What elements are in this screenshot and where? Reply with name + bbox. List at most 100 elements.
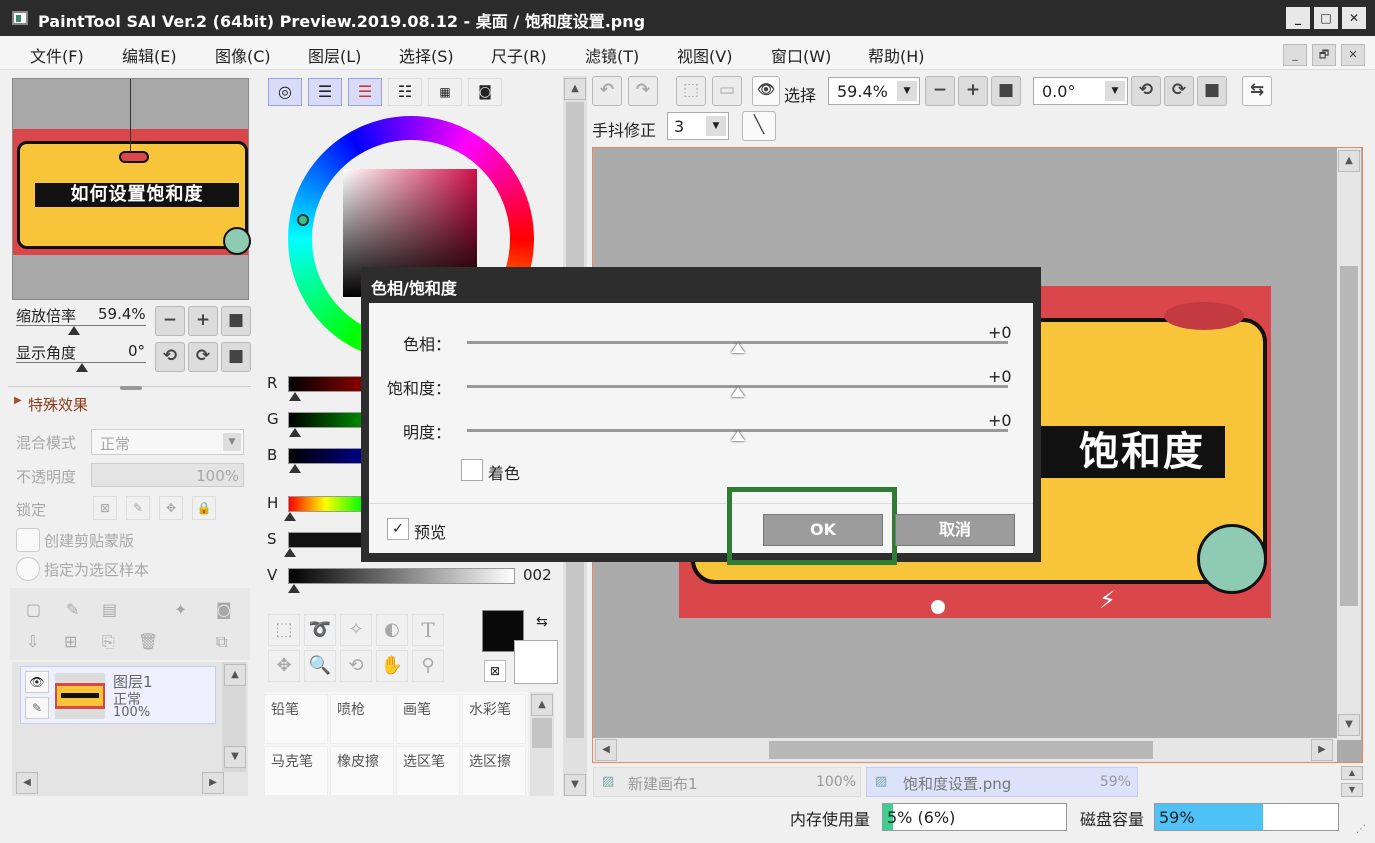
new-folder-icon[interactable]: ▤: [102, 600, 117, 619]
scroll-left-icon[interactable]: ◀: [16, 772, 38, 794]
rotate-right-button[interactable]: ⟳: [188, 342, 218, 372]
tab-new-canvas[interactable]: ▨ 新建画布1 100%: [593, 767, 861, 797]
angle-slider-thumb[interactable]: [76, 363, 88, 372]
lasso-icon[interactable]: ➰: [304, 614, 336, 646]
canvas-rotate-right-button[interactable]: ⟳: [1164, 76, 1194, 106]
shape-icon[interactable]: ◐: [376, 614, 408, 646]
eyedropper-icon[interactable]: ⚲: [412, 650, 444, 682]
scroll-right-icon[interactable]: ▶: [202, 772, 224, 794]
add-layer-icon[interactable]: ⊞: [64, 632, 77, 651]
brush-select-pen[interactable]: 选区笔: [396, 746, 460, 796]
zoom-tool-icon[interactable]: 🔍: [304, 650, 336, 682]
doc-restore-button[interactable]: 🗗: [1312, 44, 1336, 66]
scroll-thumb[interactable]: [532, 718, 552, 748]
brush-list-scrollbar[interactable]: ▲: [530, 692, 554, 796]
close-button[interactable]: ✕: [1342, 7, 1366, 29]
rotate-reset-button[interactable]: ■: [221, 342, 251, 372]
scroll-right-icon[interactable]: ▶: [1311, 739, 1333, 761]
menu-help[interactable]: 帮助(H): [868, 43, 925, 67]
scroll-left-icon[interactable]: ◀: [595, 739, 617, 761]
rotate-tool-icon[interactable]: ⟲: [340, 650, 372, 682]
zoom-slider[interactable]: [16, 325, 146, 326]
s-slider[interactable]: [288, 532, 363, 548]
brush-watercolor[interactable]: 水彩笔: [462, 694, 526, 744]
move-icon[interactable]: ✥: [268, 650, 300, 682]
flip-horizontal-icon[interactable]: ⇆: [1242, 76, 1272, 106]
scroll-thumb[interactable]: [769, 741, 1153, 759]
zoom-out-button[interactable]: −: [155, 306, 185, 336]
brush-marker[interactable]: 马克笔: [264, 746, 328, 796]
navigator-preview[interactable]: 如何设置饱和度: [12, 78, 251, 300]
merge-down-icon[interactable]: ⇩: [26, 632, 39, 651]
scroll-down-icon[interactable]: ▼: [564, 774, 586, 796]
canvas-vscroll[interactable]: ▲ ▼: [1337, 148, 1361, 740]
b-slider[interactable]: [288, 448, 363, 464]
tab-saturation-png[interactable]: ▨ 饱和度设置.png 59%: [866, 767, 1138, 797]
brush-select-eraser[interactable]: 选区擦: [462, 746, 526, 796]
rgb-slider-tab-icon[interactable]: ☰: [308, 78, 342, 106]
scroll-up-icon[interactable]: ▲: [1338, 150, 1360, 172]
hue-slider-thumb[interactable]: [730, 343, 745, 353]
scroll-up-icon[interactable]: ▲: [531, 694, 553, 716]
magic-wand-icon[interactable]: ✧: [340, 614, 372, 646]
zoom-reset-button[interactable]: ■: [221, 306, 251, 336]
cancel-button[interactable]: 取消: [895, 514, 1015, 546]
color-wheel-tab-icon[interactable]: ◎: [268, 78, 302, 106]
g-slider[interactable]: [288, 412, 363, 428]
menu-filter[interactable]: 滤镜(T): [585, 43, 639, 67]
ok-button[interactable]: OK: [763, 514, 883, 546]
swatch-tab-icon[interactable]: ☷: [388, 78, 422, 106]
menu-layer[interactable]: 图层(L): [308, 43, 361, 67]
layer-effect-icon[interactable]: ✦: [174, 600, 187, 619]
effects-label[interactable]: 特殊效果: [28, 394, 88, 415]
menu-select[interactable]: 选择(S): [399, 43, 454, 67]
duplicate-icon[interactable]: ⎘: [102, 632, 115, 652]
eye-icon[interactable]: 👁: [752, 76, 780, 106]
rect-select-icon[interactable]: ⬚: [268, 614, 300, 646]
tab-scroll-up-icon[interactable]: ▲: [1341, 766, 1363, 780]
trash-icon[interactable]: 🗑: [138, 632, 158, 651]
hsv-slider-tab-icon[interactable]: ☰: [348, 78, 382, 106]
redo-icon[interactable]: ↷: [628, 76, 658, 106]
h-slider-thumb[interactable]: [284, 512, 296, 521]
r-slider-thumb[interactable]: [289, 392, 301, 401]
scroll-up-icon[interactable]: ▲: [224, 664, 246, 686]
line-tool-icon[interactable]: ╲: [742, 111, 776, 141]
menu-image[interactable]: 图像(C): [215, 43, 271, 67]
doc-minimize-button[interactable]: _: [1283, 44, 1307, 66]
canvas-zoom-reset-button[interactable]: ■: [991, 76, 1021, 106]
scratchpad-tab-icon[interactable]: ◙: [468, 78, 502, 106]
menu-ruler[interactable]: 尺子(R): [491, 43, 547, 67]
resize-grip-icon[interactable]: ⋰: [1356, 824, 1366, 835]
swap-colors-icon[interactable]: ⇆: [536, 614, 548, 630]
colorize-checkbox[interactable]: [461, 459, 483, 481]
canvas-rotate-reset-button[interactable]: ■: [1197, 76, 1227, 106]
canvas-zoom-in-button[interactable]: +: [958, 76, 988, 106]
stabilizer-select[interactable]: 3 ▼: [667, 112, 729, 140]
h-slider[interactable]: [288, 496, 363, 512]
canvas-zoom-out-button[interactable]: −: [925, 76, 955, 106]
lock-transparency-icon[interactable]: ⊠: [93, 496, 117, 520]
new-layer-icon[interactable]: ▢: [26, 600, 41, 619]
brush-brush[interactable]: 画笔: [396, 694, 460, 744]
window-title-bar[interactable]: PaintTool SAI Ver.2 (64bit) Preview.2019…: [0, 0, 1375, 36]
menu-view[interactable]: 视图(V): [677, 43, 732, 67]
brightness-slider-thumb[interactable]: [730, 431, 745, 441]
expand-arrow-icon[interactable]: ▶: [14, 395, 22, 406]
sample-radio[interactable]: [16, 557, 40, 581]
rotate-left-button[interactable]: ⟲: [155, 342, 185, 372]
canvas-rotate-left-button[interactable]: ⟲: [1131, 76, 1161, 106]
deselect-icon[interactable]: ⬚: [676, 76, 706, 106]
preview-checkbox[interactable]: ✓: [387, 518, 409, 540]
lock-paint-icon[interactable]: ✎: [126, 496, 150, 520]
scroll-down-icon[interactable]: ▼: [1338, 714, 1360, 736]
r-slider[interactable]: [288, 376, 363, 392]
lock-all-icon[interactable]: 🔒: [192, 496, 216, 520]
menu-window[interactable]: 窗口(W): [771, 43, 831, 67]
scroll-thumb[interactable]: [1340, 266, 1358, 606]
transparent-color-icon[interactable]: ⊠: [484, 660, 506, 682]
text-tool-icon[interactable]: T: [412, 614, 444, 646]
brush-pencil[interactable]: 铅笔: [264, 694, 328, 744]
doc-close-button[interactable]: ✕: [1341, 44, 1365, 66]
hue-marker[interactable]: [297, 214, 309, 226]
